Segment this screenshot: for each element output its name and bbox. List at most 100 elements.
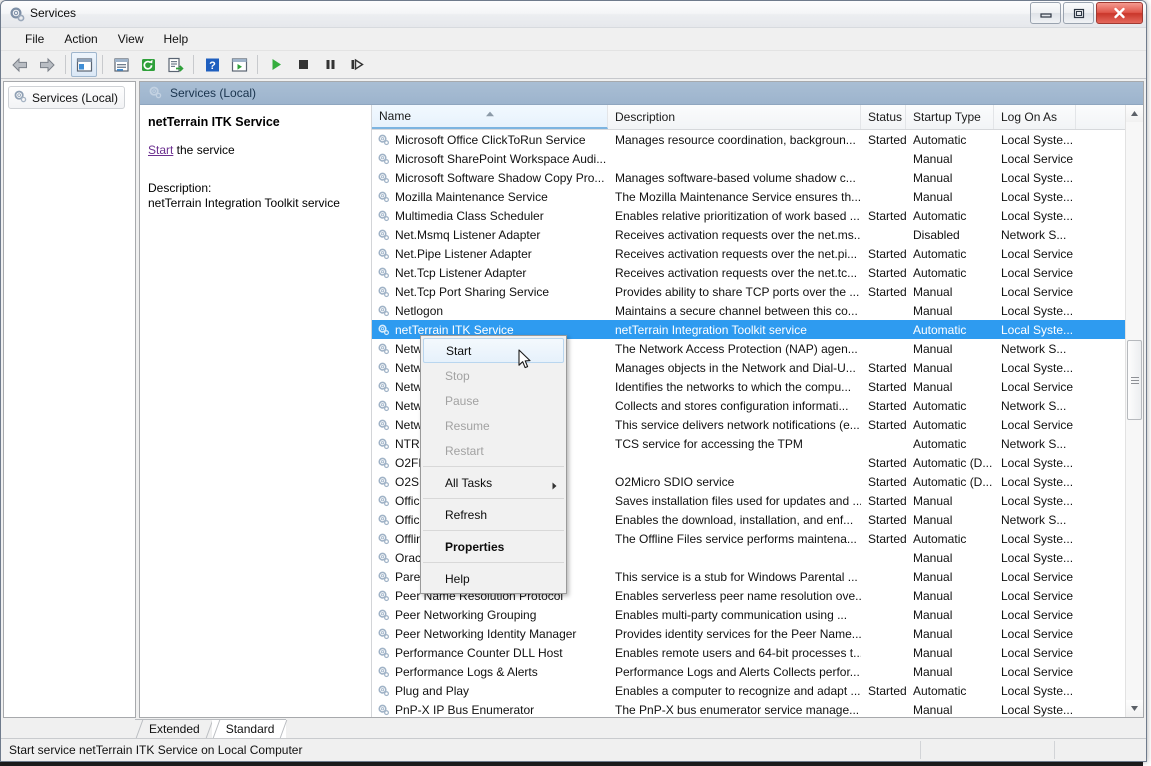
table-row[interactable]: Plug and PlayEnables a computer to recog… [372, 681, 1143, 700]
cell-name: Net.Msmq Listener Adapter [372, 228, 608, 242]
cell-startup-type: Manual [906, 608, 994, 622]
window-controls [1030, 2, 1143, 24]
cell-status: Started [861, 532, 906, 546]
table-row[interactable]: Performance Logs & AlertsPerformance Log… [372, 662, 1143, 681]
scroll-up-button[interactable] [1126, 105, 1143, 122]
cell-log-on-as: Local Service [994, 380, 1076, 394]
back-icon[interactable] [7, 52, 33, 77]
svg-text:?: ? [209, 60, 216, 72]
column-header-log-on-as[interactable]: Log On As [994, 105, 1076, 129]
cell-description: Receives activation requests over the ne… [608, 266, 861, 280]
cell-description: Maintains a secure channel between this … [608, 304, 861, 318]
cell-startup-type: Manual [906, 152, 994, 166]
context-menu-item-refresh[interactable]: Refresh [421, 502, 566, 527]
scrollbar-thumb[interactable] [1127, 340, 1142, 420]
context-menu-item-properties[interactable]: Properties [421, 534, 566, 559]
column-header-startup-type[interactable]: Startup Type [906, 105, 994, 129]
column-header-status[interactable]: Status [861, 105, 906, 129]
menu-file[interactable]: File [15, 30, 54, 48]
services-window: Services File Action View Help [0, 0, 1147, 762]
table-row[interactable]: Net.Tcp Port Sharing ServiceProvides abi… [372, 282, 1143, 301]
tree-item-services-local[interactable]: Services (Local) [8, 86, 125, 109]
cell-log-on-as: Local Service [994, 285, 1076, 299]
new-window-icon[interactable] [226, 52, 252, 77]
column-header-label: Log On As [1001, 110, 1057, 124]
context-menu-item-help[interactable]: Help [421, 566, 566, 591]
menu-action[interactable]: Action [54, 30, 107, 48]
restart-service-icon[interactable] [344, 52, 370, 77]
scroll-down-button[interactable] [1126, 700, 1143, 717]
close-button[interactable] [1096, 2, 1143, 24]
view-tab-extended[interactable]: Extended [135, 719, 212, 738]
properties-icon[interactable] [108, 52, 134, 77]
show-hide-tree-icon[interactable] [71, 52, 97, 77]
services-gear-icon [9, 6, 25, 22]
minimize-button[interactable] [1030, 2, 1061, 24]
scrollbar-track[interactable] [1126, 122, 1143, 700]
service-name-label: Peer Networking Grouping [395, 608, 536, 622]
column-header-description[interactable]: Description [608, 105, 861, 129]
cell-log-on-as: Local Service [994, 608, 1076, 622]
view-tab-standard[interactable]: Standard [212, 719, 287, 738]
service-name-label: Net.Pipe Listener Adapter [395, 247, 532, 261]
table-row[interactable]: Microsoft SharePoint Workspace Audi...Ma… [372, 149, 1143, 168]
table-row[interactable]: Net.Msmq Listener AdapterReceives activa… [372, 225, 1143, 244]
context-menu-item-label: Start [446, 344, 471, 358]
cell-log-on-as: Local Syste... [994, 551, 1076, 565]
refresh-icon[interactable] [135, 52, 161, 77]
status-message: Start service netTerrain ITK Service on … [1, 741, 921, 759]
view-tab-label: Standard [226, 722, 275, 736]
cell-description: The Network Access Protection (NAP) agen… [608, 342, 861, 356]
table-row[interactable]: Peer Networking GroupingEnables multi-pa… [372, 605, 1143, 624]
table-row[interactable]: Net.Tcp Listener Adapter Receives activat… [372, 263, 1143, 282]
start-service-link[interactable]: Start [148, 143, 173, 157]
service-name-label: Microsoft Software Shadow Copy Pro... [395, 171, 604, 185]
help-icon[interactable]: ? [199, 52, 225, 77]
cell-status: Started [861, 513, 906, 527]
status-bar: Start service netTerrain ITK Service on … [1, 738, 1146, 761]
vertical-scrollbar[interactable] [1125, 105, 1143, 717]
cell-startup-type: Manual [906, 190, 994, 204]
menu-help[interactable]: Help [154, 30, 199, 48]
service-details-panel: netTerrain ITK Service Start the service… [140, 105, 372, 717]
submenu-arrow-icon [552, 479, 557, 493]
maximize-button[interactable] [1063, 2, 1094, 24]
start-service-icon[interactable] [263, 52, 289, 77]
table-row[interactable]: Mozilla Maintenance ServiceThe Mozilla M… [372, 187, 1143, 206]
table-row[interactable]: Microsoft Software Shadow Copy Pro...Man… [372, 168, 1143, 187]
cell-description: Enables remote users and 64-bit processe… [608, 646, 861, 660]
cell-log-on-as: Network S... [994, 228, 1076, 242]
export-list-icon[interactable] [162, 52, 188, 77]
cell-status: Started [861, 418, 906, 432]
stop-service-icon[interactable] [290, 52, 316, 77]
status-pane-3 [1055, 741, 1146, 759]
cell-startup-type: Automatic [906, 266, 994, 280]
service-name-label: Net.Tcp Port Sharing Service [395, 285, 549, 299]
table-row[interactable]: Microsoft Office ClickToRun ServiceManag… [372, 130, 1143, 149]
menu-view[interactable]: View [108, 30, 154, 48]
column-header-name[interactable]: Name [372, 105, 608, 129]
cell-log-on-as: Local Service [994, 247, 1076, 261]
table-row[interactable]: Net.Pipe Listener AdapterReceives activa… [372, 244, 1143, 263]
table-row[interactable]: Performance Counter DLL HostEnables remo… [372, 643, 1143, 662]
cell-description: Enables a computer to recognize and adap… [608, 684, 861, 698]
table-row[interactable]: Peer Networking Identity ManagerProvides… [372, 624, 1143, 643]
cell-log-on-as: Local Service [994, 627, 1076, 641]
cell-description: Enables relative prioritization of work … [608, 209, 861, 223]
context-menu-item-start[interactable]: Start [423, 338, 564, 363]
selected-service-name: netTerrain ITK Service [148, 115, 361, 129]
context-menu-item-all-tasks[interactable]: All Tasks [421, 470, 566, 495]
forward-icon[interactable] [34, 52, 60, 77]
cell-startup-type: Automatic [906, 247, 994, 261]
table-row[interactable]: Multimedia Class SchedulerEnables relati… [372, 206, 1143, 225]
results-split: netTerrain ITK Service Start the service… [140, 105, 1143, 717]
table-row[interactable]: NetlogonMaintains a secure channel betwe… [372, 301, 1143, 320]
cell-log-on-as: Local Service [994, 266, 1076, 280]
table-row[interactable]: PnP-X IP Bus EnumeratorThe PnP-X bus enu… [372, 700, 1143, 717]
cell-name: Microsoft Office ClickToRun Service [372, 133, 608, 147]
list-header-row: NameDescriptionStatusStartup Type Log On … [372, 105, 1143, 130]
service-name-label: Net.Tcp Listener Adapter [395, 266, 526, 280]
cell-log-on-as: Local Service [994, 152, 1076, 166]
pause-service-icon[interactable] [317, 52, 343, 77]
cell-startup-type: Manual [906, 627, 994, 641]
